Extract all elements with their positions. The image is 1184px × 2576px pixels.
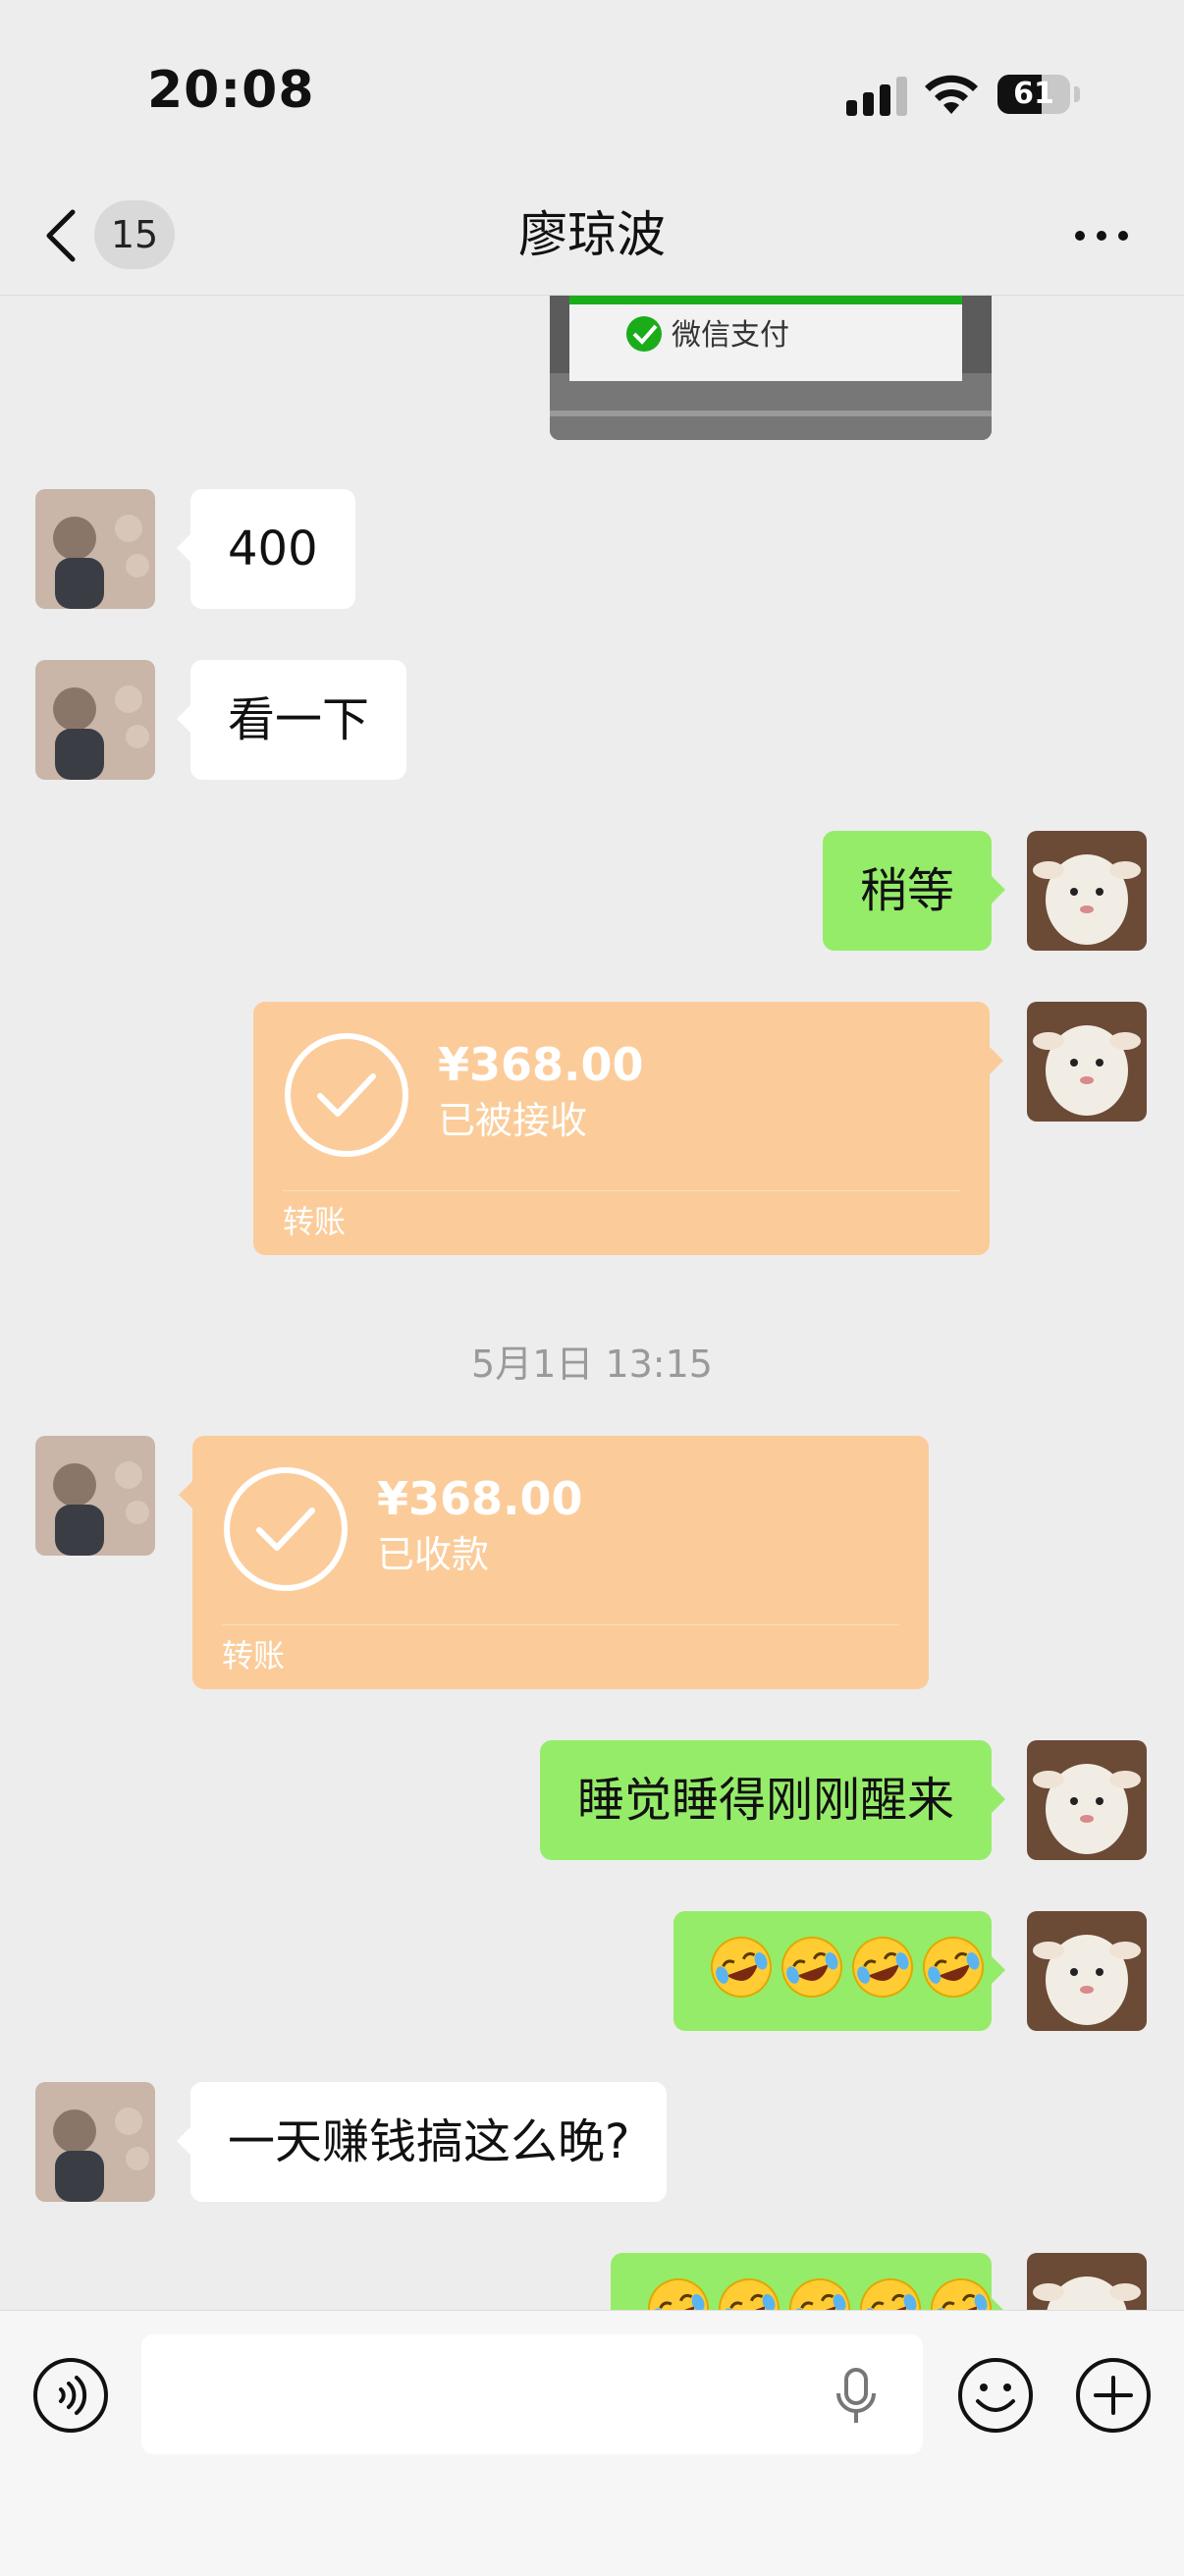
- voice-icon[interactable]: [31, 2356, 110, 2435]
- contact-avatar[interactable]: [35, 2082, 155, 2202]
- emoji-message-outgoing[interactable]: [673, 1911, 1005, 2031]
- message-bubble-outgoing[interactable]: 稍等: [822, 831, 1006, 951]
- my-avatar[interactable]: [1027, 831, 1147, 951]
- my-avatar[interactable]: [1027, 1002, 1147, 1122]
- payment-sign-text: 微信支付: [672, 318, 789, 353]
- plus-icon[interactable]: [1074, 2356, 1153, 2435]
- transfer-amount: ¥368.00: [377, 1472, 583, 1525]
- emoji-row: [709, 1935, 992, 2007]
- microphone-icon[interactable]: [834, 2368, 878, 2425]
- rolling-on-floor-laughing-icon: [719, 2278, 780, 2310]
- message-input[interactable]: [141, 2334, 923, 2454]
- transfer-label: 转账: [222, 1637, 286, 1674]
- battery-level: 61: [1013, 77, 1054, 111]
- emoji-row: [646, 2276, 999, 2310]
- check-circle-icon: [285, 1033, 408, 1157]
- message-bubble-incoming[interactable]: 一天赚钱搞这么晚?: [176, 2082, 668, 2202]
- input-bar: [0, 2310, 1184, 2576]
- transfer-label: 转账: [283, 1203, 347, 1240]
- transfer-amount: ¥368.00: [438, 1038, 644, 1091]
- message-bubble-outgoing[interactable]: 睡觉睡得刚刚醒来: [539, 1740, 1006, 1860]
- message-bubble-incoming[interactable]: 400: [177, 489, 355, 609]
- emoji-message-outgoing[interactable]: [611, 2253, 1005, 2310]
- transfer-divider: [222, 1624, 899, 1625]
- wifi-icon: [925, 75, 978, 114]
- status-bar: 20:08 61: [0, 0, 1184, 177]
- message-list[interactable]: 微信支付 400 看一下 稍等 ¥368.00 已被接收 转账 5月1日 13:…: [0, 295, 1184, 2310]
- chat-title: 廖琼波: [518, 206, 666, 263]
- battery-icon: 61: [997, 75, 1080, 116]
- message-timestamp: 5月1日 13:15: [471, 1343, 713, 1386]
- my-avatar[interactable]: [1027, 1911, 1147, 2031]
- contact-avatar[interactable]: [35, 1436, 155, 1556]
- transfer-divider: [283, 1190, 960, 1191]
- rolling-on-floor-laughing-icon: [923, 1937, 984, 1998]
- rolling-on-floor-laughing-icon: [789, 2278, 850, 2310]
- rolling-on-floor-laughing-icon: [648, 2278, 709, 2310]
- my-avatar[interactable]: [1027, 2253, 1147, 2310]
- status-time: 20:08: [147, 61, 315, 120]
- cellular-signal-icon: [846, 77, 907, 116]
- rolling-on-floor-laughing-icon: [860, 2278, 921, 2310]
- chat-header: 15 廖琼波: [0, 177, 1184, 296]
- transfer-card-incoming[interactable]: ¥368.00 已收款 转账: [179, 1436, 929, 1689]
- contact-avatar[interactable]: [35, 660, 155, 780]
- transfer-card-outgoing[interactable]: ¥368.00 已被接收 转账: [253, 1002, 1003, 1255]
- image-message[interactable]: 微信支付: [550, 295, 992, 440]
- message-bubble-incoming[interactable]: 看一下: [176, 660, 407, 780]
- rolling-on-floor-laughing-icon: [931, 2278, 992, 2310]
- contact-avatar[interactable]: [35, 489, 155, 609]
- check-circle-icon: [224, 1467, 348, 1591]
- more-icon[interactable]: [1072, 226, 1131, 246]
- rolling-on-floor-laughing-icon: [852, 1937, 913, 1998]
- rolling-on-floor-laughing-icon: [781, 1937, 842, 1998]
- emoji-icon[interactable]: [956, 2356, 1035, 2435]
- rolling-on-floor-laughing-icon: [711, 1937, 772, 1998]
- transfer-status: 已被接收: [438, 1099, 588, 1142]
- transfer-status: 已收款: [377, 1533, 490, 1576]
- my-avatar[interactable]: [1027, 1740, 1147, 1860]
